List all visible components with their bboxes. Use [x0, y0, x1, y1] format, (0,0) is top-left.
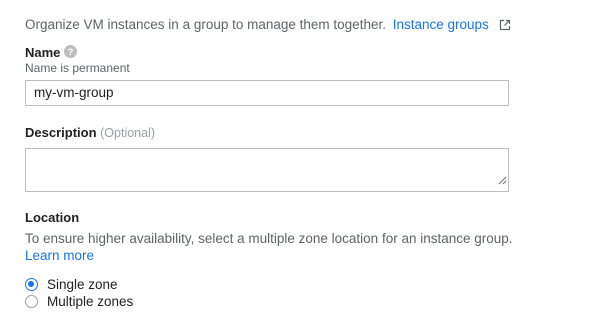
svg-text:?: ?	[68, 47, 74, 58]
name-hint: Name is permanent	[25, 61, 130, 75]
radio-multiple-zones[interactable]: Multiple zones	[25, 294, 133, 309]
description-label-text: Description	[25, 125, 97, 140]
instance-groups-link[interactable]: Instance groups	[393, 17, 489, 32]
location-description: To ensure higher availability, select a …	[25, 230, 525, 264]
single-zone-label: Single zone	[47, 277, 118, 292]
radio-single-zone[interactable]: Single zone	[25, 277, 118, 292]
intro-description: Organize VM instances in a group to mana…	[25, 17, 386, 32]
learn-more-link[interactable]: Learn more	[25, 248, 94, 263]
description-label: Description (Optional)	[25, 125, 155, 140]
external-link-icon[interactable]	[499, 19, 511, 34]
radio-button-unchecked[interactable]	[25, 295, 38, 308]
location-description-text: To ensure higher availability, select a …	[25, 231, 513, 246]
name-label: Name	[25, 45, 61, 60]
multiple-zones-label: Multiple zones	[47, 294, 134, 309]
name-input[interactable]: my-vm-group	[25, 80, 509, 106]
intro-text: Organize VM instances in a group to mana…	[25, 17, 511, 34]
description-textarea[interactable]	[25, 148, 509, 192]
location-label: Location	[25, 210, 80, 225]
radio-button-checked[interactable]	[25, 278, 38, 291]
optional-tag: (Optional)	[100, 126, 156, 140]
resize-handle-icon[interactable]	[498, 172, 507, 190]
